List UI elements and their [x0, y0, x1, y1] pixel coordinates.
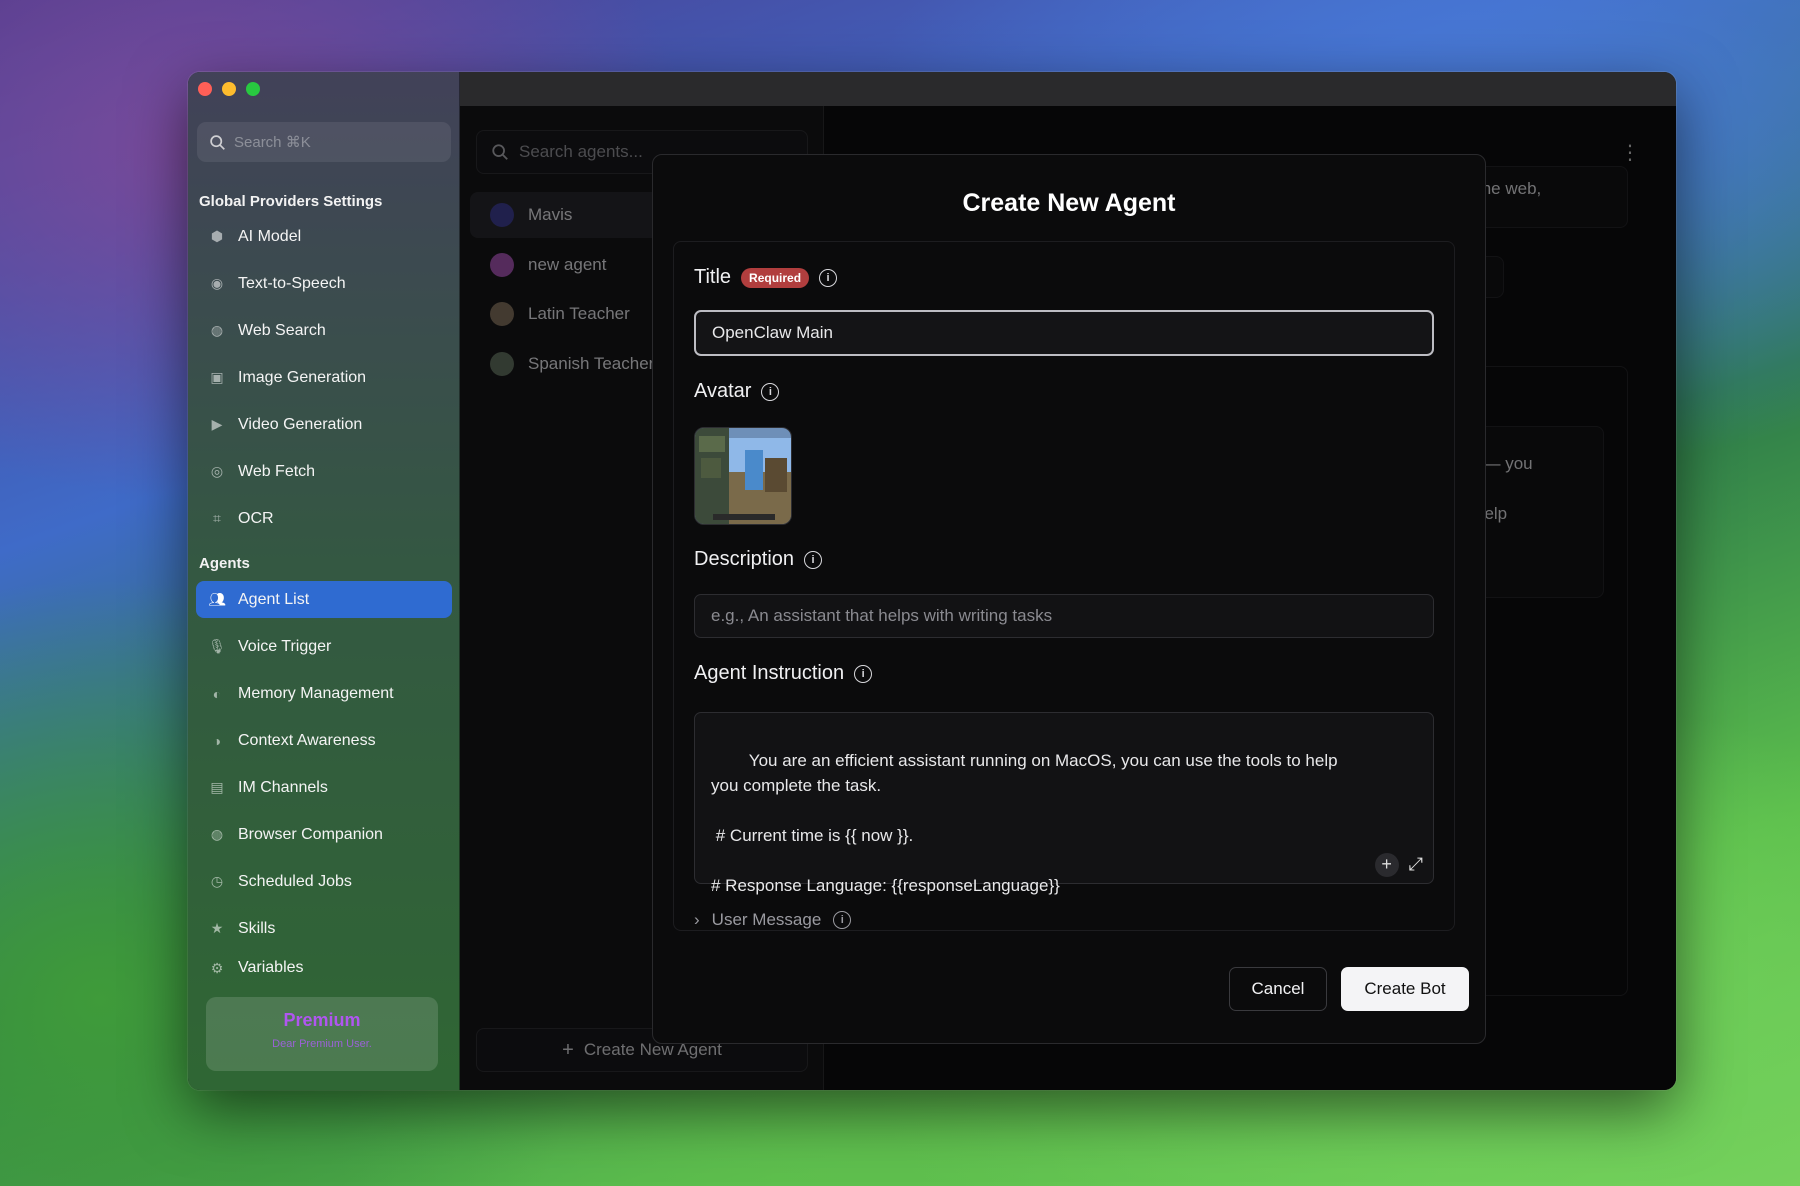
title-input[interactable] [694, 310, 1434, 356]
zoom-window-button[interactable] [246, 82, 260, 96]
sidebar-search-input[interactable] [234, 133, 434, 151]
window-controls [198, 82, 260, 96]
avatar-image-picker[interactable] [694, 427, 792, 525]
dialog-title: Create New Agent [962, 189, 1176, 217]
speaker-icon: ◉ [210, 275, 224, 291]
premium-card[interactable]: Premium Dear Premium User. [206, 997, 438, 1071]
dialog-form: Title Required i Avatar i [673, 241, 1455, 931]
instruction-textarea[interactable]: You are an efficient assistant running o… [694, 712, 1434, 895]
brain-icon: ◐ [212, 685, 222, 702]
compass-icon: ◎ [210, 463, 224, 479]
sidebar-item-text-to-speech[interactable]: ◉ Text-to-Speech [196, 265, 452, 302]
chat-icon: ▤ [210, 779, 224, 795]
mic-icon: 🎙︎ [208, 638, 226, 654]
scan-icon: ⌗ [213, 510, 221, 526]
cube-icon: ⬢ [210, 228, 224, 244]
sidebar-item-agent-list[interactable]: 👥︎ Agent List [196, 581, 452, 618]
info-icon[interactable]: i [854, 664, 873, 683]
info-icon[interactable]: i [819, 268, 838, 287]
create-agent-dialog: Create New Agent Title Required i Avatar… [652, 154, 1486, 1044]
sidebar-item-context-awareness[interactable]: ◑ Context Awareness [196, 722, 452, 759]
sidebar-item-ocr[interactable]: ⌗ OCR [196, 500, 452, 537]
info-icon[interactable]: i [804, 550, 823, 569]
info-icon[interactable]: i [761, 382, 780, 401]
sidebar-item-browser-companion[interactable]: ◍ Browser Companion [196, 816, 452, 853]
sidebar-item-ai-model[interactable]: ⬢ AI Model [196, 218, 452, 255]
search-icon [210, 134, 225, 150]
sidebar-item-scheduled-jobs[interactable]: ◷ Scheduled Jobs [196, 863, 452, 900]
section-agents: Agents [199, 555, 250, 572]
create-bot-button[interactable]: Create Bot [1341, 967, 1469, 1011]
sidebar-item-image-generation[interactable]: ▣ Image Generation [196, 359, 452, 396]
section-global-providers: Global Providers Settings [199, 193, 383, 210]
sidebar-item-skills[interactable]: ★ Skills [196, 910, 452, 947]
sidebar-item-im-channels[interactable]: ▤ IM Channels [196, 769, 452, 806]
sidebar-item-memory-management[interactable]: ◐ Memory Management [196, 675, 452, 712]
agents-nav-list: 👥︎ Agent List 🎙︎ Voice Trigger ◐ Memory … [196, 581, 452, 987]
sidebar-search[interactable] [197, 122, 451, 162]
sidebar-item-web-fetch[interactable]: ◎ Web Fetch [196, 453, 452, 490]
gear-icon: ⚙ [210, 959, 224, 976]
insert-variable-button[interactable]: + [1374, 852, 1399, 877]
description-input[interactable] [694, 594, 1434, 638]
globe-icon: ◍ [210, 322, 224, 338]
required-badge: Required [741, 267, 810, 288]
global-provider-list: ⬢ AI Model ◉ Text-to-Speech ◍ Web Search… [196, 218, 452, 547]
clock-icon: ◷ [210, 873, 224, 889]
sidebar-item-voice-trigger[interactable]: 🎙︎ Voice Trigger [196, 628, 452, 665]
expand-icon[interactable]: ⤢ [1409, 852, 1423, 877]
browser-icon: ◍ [210, 826, 224, 842]
description-label: Description i [694, 548, 823, 571]
users-icon: 👥︎ [208, 591, 226, 607]
video-icon: ▶ [211, 416, 223, 432]
chevron-right-icon: › [694, 910, 700, 929]
avatar-label: Avatar i [694, 380, 780, 403]
image-icon: ▣ [210, 369, 224, 385]
premium-title: Premium [283, 1010, 361, 1030]
info-icon[interactable]: i [833, 911, 852, 929]
sidebar-item-video-generation[interactable]: ▶ Video Generation [196, 406, 452, 443]
cancel-button[interactable]: Cancel [1229, 967, 1327, 1011]
title-bar [460, 72, 1676, 106]
close-window-button[interactable] [198, 82, 212, 96]
sidebar: Global Providers Settings ⬢ AI Model ◉ T… [188, 72, 460, 1090]
title-label: Title Required i [694, 266, 838, 289]
minimize-window-button[interactable] [222, 82, 236, 96]
sidebar-item-variables[interactable]: ⚙ Variables [196, 957, 452, 977]
app-window: Global Providers Settings ⬢ AI Model ◉ T… [188, 72, 1676, 1090]
premium-subtitle: Dear Premium User. [272, 1038, 372, 1050]
eye-icon: ◑ [212, 732, 222, 749]
instruction-label: Agent Instruction i [694, 662, 873, 685]
sidebar-item-web-search[interactable]: ◍ Web Search [196, 312, 452, 349]
instruction-tools: + ⤢ [1374, 852, 1423, 877]
avatar-thumbnail [695, 428, 791, 524]
star-icon: ★ [210, 920, 224, 936]
user-message-toggle[interactable]: › User Message i [694, 910, 852, 930]
